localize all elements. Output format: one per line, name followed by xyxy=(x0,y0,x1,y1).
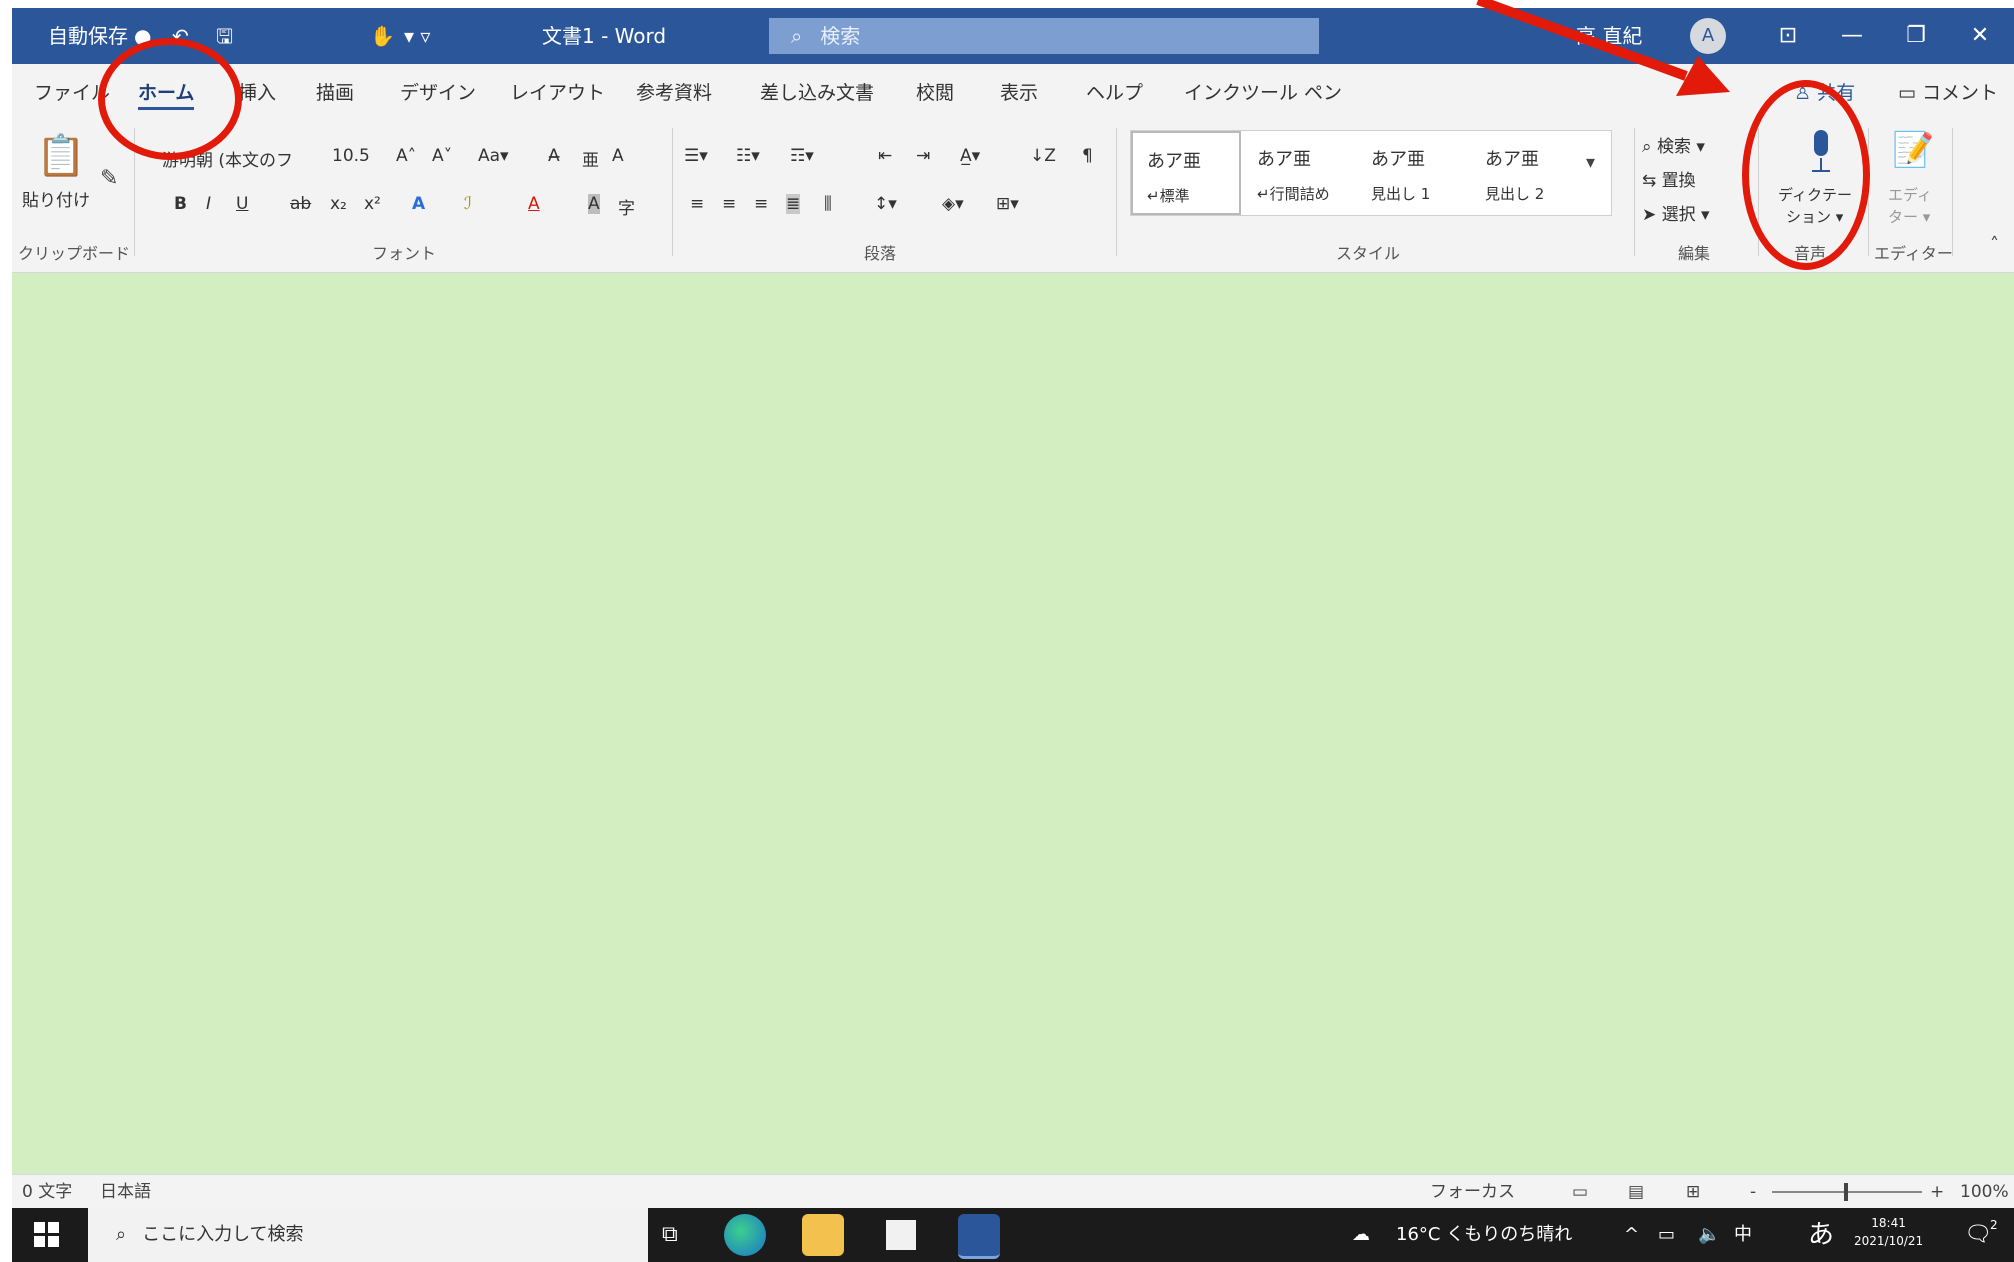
annotation-arrow xyxy=(1476,0,1730,96)
